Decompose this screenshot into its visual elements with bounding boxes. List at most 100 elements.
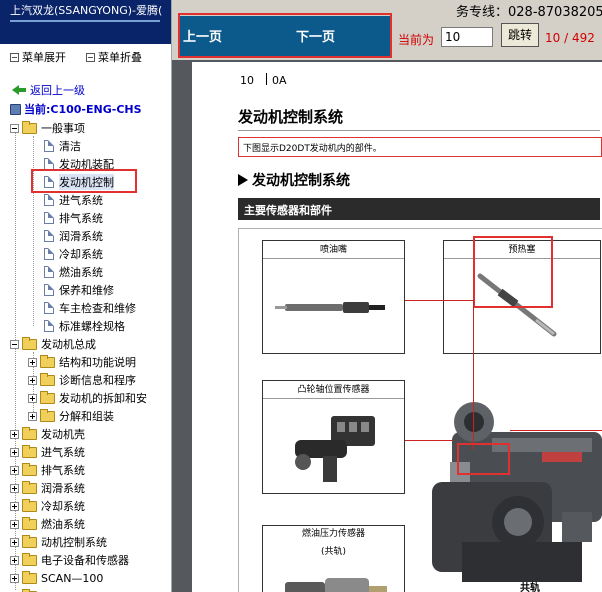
expand-node-icon[interactable] <box>10 429 19 439</box>
tree-item-intake[interactable]: 进气系统 <box>44 191 103 209</box>
tree-folder-label: 燃油系统 <box>41 518 85 531</box>
expand-node-icon[interactable] <box>28 393 37 403</box>
tree-folder-engine-block[interactable]: 发动机壳 <box>10 425 85 443</box>
tree-folder-label: 发动机总成 <box>41 338 96 351</box>
back-link[interactable]: 返回上一级 <box>12 82 85 98</box>
expand-node-icon[interactable] <box>28 357 37 367</box>
part-fuel-pressure-sublabel: (共轨) <box>320 547 347 557</box>
expand-node-icon[interactable] <box>28 375 37 385</box>
tree-folder-label: SCAN—100 <box>41 571 104 585</box>
tree-item-label: 保养和维修 <box>59 284 114 297</box>
expand-node-icon[interactable] <box>10 501 19 511</box>
tree-item-exhaust[interactable]: 排气系统 <box>44 209 103 227</box>
tree-item-maintenance[interactable]: 保养和维修 <box>44 281 114 299</box>
folder-icon <box>40 354 55 368</box>
tree-folder-label: 分解和组装 <box>59 410 114 423</box>
tree-folder-intake[interactable]: 进气系统 <box>10 443 85 461</box>
folder-icon <box>40 408 55 422</box>
folder-icon <box>22 516 37 530</box>
current-location: 当前:C100-ENG-CHS <box>10 101 142 117</box>
cam-sensor-leader-line <box>405 440 453 441</box>
note-box: 下图显示D20DT发动机内的部件。 <box>238 137 602 157</box>
folder-icon <box>22 570 37 584</box>
collapse-node-icon[interactable] <box>10 339 19 349</box>
tree-folder-engine-control[interactable]: 动机控制系统 <box>10 533 107 551</box>
folder-icon <box>22 534 37 548</box>
page-number: 10 <box>240 74 254 87</box>
section-heading-label: 发动机控制系统 <box>252 173 350 189</box>
tree-folder-fuel[interactable]: 燃油系统 <box>10 515 85 533</box>
engine-illustration <box>432 402 602 582</box>
section-code: 0A <box>272 74 287 87</box>
tree-guide-line <box>33 136 34 326</box>
page-number-divider <box>266 73 267 85</box>
page-count: 10 / 492 <box>545 31 595 45</box>
part-injector-label: 喷油嘴 <box>263 241 404 259</box>
expand-node-icon[interactable] <box>10 573 19 583</box>
part-injector-box: 喷油嘴 <box>262 240 405 354</box>
tree-folder-exhaust[interactable]: 排气系统 <box>10 461 85 479</box>
expand-node-icon[interactable] <box>10 555 19 565</box>
tree-folder-diagnostics[interactable]: 诊断信息和程序 <box>28 371 136 389</box>
tree-item-cleaning[interactable]: 清洁 <box>44 137 81 155</box>
tree-folder-label: 一般事项 <box>41 122 85 135</box>
folder-icon <box>22 498 37 512</box>
folder-icon <box>40 390 55 404</box>
fuel-pressure-sensor-image <box>285 578 387 592</box>
tree-folder-cooling[interactable]: 冷却系统 <box>10 497 85 515</box>
folder-icon <box>22 444 37 458</box>
go-button[interactable]: 跳转 <box>501 23 539 47</box>
tree-folder-more[interactable] <box>10 587 41 592</box>
tree-folder-general[interactable]: 一般事项 <box>10 119 85 137</box>
tree-folder-removal[interactable]: 发动机的拆卸和安 <box>28 389 147 407</box>
tree-folder-label: 发动机壳 <box>41 428 85 441</box>
tree-item-cooling[interactable]: 冷却系统 <box>44 245 103 263</box>
menu-collapse-button[interactable]: 菜单折叠 <box>86 50 142 64</box>
tree-folder-electrical[interactable]: 电子设备和传感器 <box>10 551 129 569</box>
folder-icon <box>22 552 37 566</box>
title-underline <box>10 20 160 22</box>
menu-expand-button[interactable]: 菜单展开 <box>10 50 66 64</box>
tree-folder-lubrication[interactable]: 润滑系统 <box>10 479 85 497</box>
tree-item-label: 排气系统 <box>59 212 103 225</box>
expand-node-icon[interactable] <box>10 447 19 457</box>
document-icon <box>44 320 54 332</box>
tree-folder-label: 发动机的拆卸和安 <box>59 392 147 405</box>
expand-node-icon[interactable] <box>28 411 37 421</box>
tree-item-label: 润滑系统 <box>59 230 103 243</box>
current-location-label: 当前:C100-ENG-CHS <box>24 103 142 116</box>
document-icon <box>44 212 54 224</box>
folder-icon <box>22 426 37 440</box>
tree-folder-label: 结构和功能说明 <box>59 356 136 369</box>
menu-collapse-label: 菜单折叠 <box>98 51 142 64</box>
folder-icon <box>22 462 37 476</box>
tree-folder-label: 电子设备和传感器 <box>41 554 129 567</box>
back-arrow-icon <box>12 85 26 95</box>
common-rail-label: 共轨 <box>520 583 540 592</box>
tree-folder-structure[interactable]: 结构和功能说明 <box>28 353 136 371</box>
tree-item-label: 车主检查和维修 <box>59 302 136 315</box>
injector-leader-line <box>405 300 473 301</box>
tree-item-fuel[interactable]: 燃油系统 <box>44 263 103 281</box>
page-number-input[interactable] <box>441 27 493 47</box>
injector-image <box>275 302 385 313</box>
components-band: 主要传感器和部件 <box>238 198 600 220</box>
tree-item-bolt-spec[interactable]: 标准螺栓规格 <box>44 317 125 335</box>
tree-folder-scan100[interactable]: SCAN—100 <box>10 569 103 587</box>
expand-node-icon[interactable] <box>10 465 19 475</box>
tree-item-label: 清洁 <box>59 140 81 153</box>
expand-node-icon[interactable] <box>10 537 19 547</box>
tree-folder-engine-assembly[interactable]: 发动机总成 <box>10 335 96 353</box>
tree-folder-disassembly[interactable]: 分解和组装 <box>28 407 114 425</box>
document-icon <box>44 248 54 260</box>
document-icon <box>44 230 54 242</box>
computer-icon <box>10 103 21 115</box>
tree-item-lubrication[interactable]: 润滑系统 <box>44 227 103 245</box>
expand-node-icon[interactable] <box>10 519 19 529</box>
nav-highlight-box <box>178 13 392 58</box>
tree-folder-label: 润滑系统 <box>41 482 85 495</box>
expand-node-icon[interactable] <box>10 483 19 493</box>
tree-item-owner-check[interactable]: 车主检查和维修 <box>44 299 136 317</box>
tree-folder-label: 动机控制系统 <box>41 536 107 549</box>
collapse-node-icon[interactable] <box>10 123 19 133</box>
